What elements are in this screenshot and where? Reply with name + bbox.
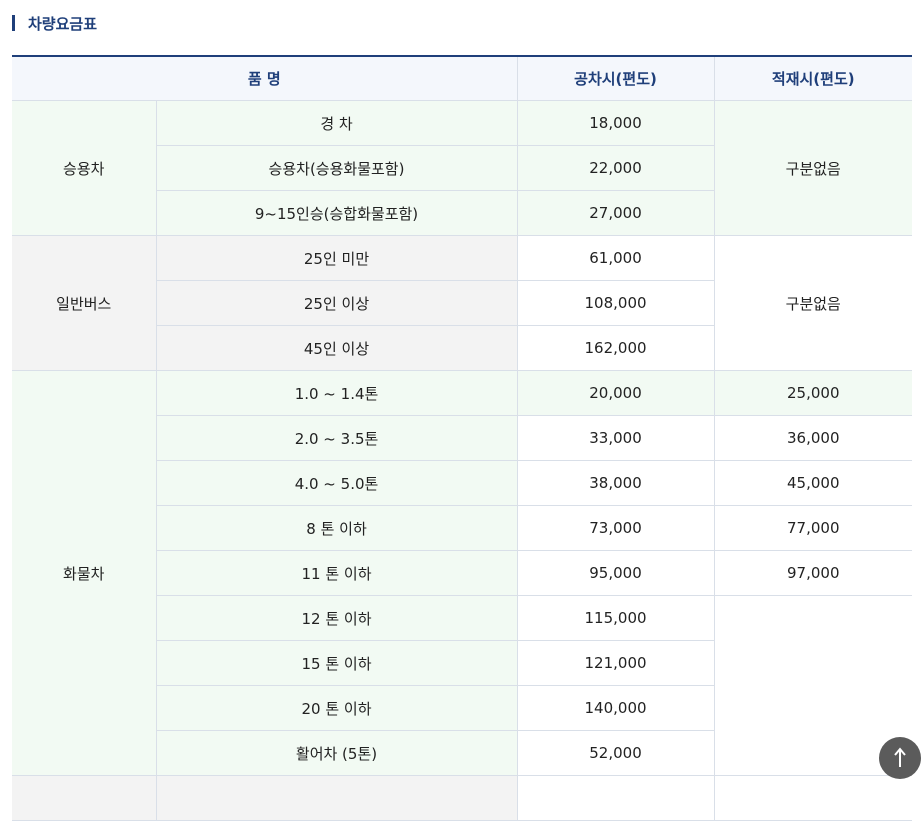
vehicle-name-cell: 11 톤 이하 xyxy=(156,550,518,596)
empty-fare-cell: 22,000 xyxy=(516,145,715,191)
table-row: 일반버스 25인 미만 61,000 구분없음 xyxy=(12,235,913,371)
category-cell: 승용차 xyxy=(12,100,157,236)
vehicle-name-cell: 12 톤 이하 xyxy=(156,595,518,641)
vehicle-name-cell xyxy=(155,775,518,821)
loaded-fare-cell: 구분없음 xyxy=(713,235,913,371)
table-row xyxy=(12,775,913,821)
title-accent-bar xyxy=(12,15,15,31)
vehicle-name-cell: 9~15인승(승합화물포함) xyxy=(156,190,518,236)
empty-fare-cell: 95,000 xyxy=(516,550,715,596)
vehicle-name-cell: 활어차 (5톤) xyxy=(156,730,518,776)
header-item-name: 품 명 xyxy=(12,55,518,101)
loaded-fare-cell: 25,000 xyxy=(713,370,913,416)
category-cell xyxy=(12,775,157,821)
empty-fare-cell: 162,000 xyxy=(516,325,715,371)
section-heading: 차량요금표 xyxy=(12,13,97,33)
empty-fare-cell: 20,000 xyxy=(516,370,715,416)
header-empty-fare: 공차시(편도) xyxy=(516,55,715,101)
loaded-fare-cell: 97,000 xyxy=(713,550,913,596)
empty-fare-cell: 108,000 xyxy=(516,280,715,326)
header-loaded-fare: 적재시(편도) xyxy=(713,55,913,101)
table-row: 승용차 경 차 18,000 구분없음 xyxy=(12,100,913,236)
page-title: 차량요금표 xyxy=(28,14,98,33)
empty-fare-cell: 27,000 xyxy=(516,190,715,236)
empty-fare-cell: 121,000 xyxy=(516,640,715,686)
loaded-fare-cell xyxy=(713,775,913,821)
table-row: 화물차 1.0 ~ 1.4톤 20,000 25,000 xyxy=(12,370,913,776)
scroll-to-top-button[interactable] xyxy=(879,737,921,779)
vehicle-name-cell: 25인 이상 xyxy=(156,280,518,326)
vehicle-name-cell: 승용차(승용화물포함) xyxy=(156,145,518,191)
empty-fare-cell: 18,000 xyxy=(516,100,715,146)
empty-fare-cell xyxy=(516,775,715,821)
vehicle-name-cell: 15 톤 이하 xyxy=(156,640,518,686)
vehicle-name-cell: 2.0 ~ 3.5톤 xyxy=(156,415,518,461)
loaded-fare-cell: 36,000 xyxy=(713,415,913,461)
empty-fare-cell: 115,000 xyxy=(516,595,715,641)
table-header-row: 품 명 공차시(편도) 적재시(편도) xyxy=(12,55,913,101)
vehicle-name-cell: 20 톤 이하 xyxy=(156,685,518,731)
vehicle-fare-table: 품 명 공차시(편도) 적재시(편도) 승용차 경 차 18,000 구분없음 … xyxy=(12,55,913,821)
empty-fare-cell: 140,000 xyxy=(516,685,715,731)
loaded-fare-cell: 77,000 xyxy=(713,505,913,551)
vehicle-name-cell: 경 차 xyxy=(155,100,518,146)
empty-fare-cell: 61,000 xyxy=(516,235,715,281)
vehicle-name-cell: 8 톤 이하 xyxy=(156,505,518,551)
category-cell: 일반버스 xyxy=(12,235,157,371)
vehicle-name-cell: 25인 미만 xyxy=(155,235,518,281)
vehicle-name-cell: 45인 이상 xyxy=(156,325,518,371)
vehicle-name-cell: 4.0 ~ 5.0톤 xyxy=(156,460,518,506)
category-cell: 화물차 xyxy=(12,370,157,776)
loaded-fare-cell: 구분없음 xyxy=(713,100,913,236)
arrow-up-icon xyxy=(894,747,906,767)
loaded-fare-cell: 45,000 xyxy=(713,460,913,506)
empty-fare-cell: 38,000 xyxy=(516,460,715,506)
empty-fare-cell: 52,000 xyxy=(516,730,715,776)
vehicle-name-cell: 1.0 ~ 1.4톤 xyxy=(155,370,518,416)
empty-fare-cell: 73,000 xyxy=(516,505,715,551)
empty-fare-cell: 33,000 xyxy=(516,415,715,461)
